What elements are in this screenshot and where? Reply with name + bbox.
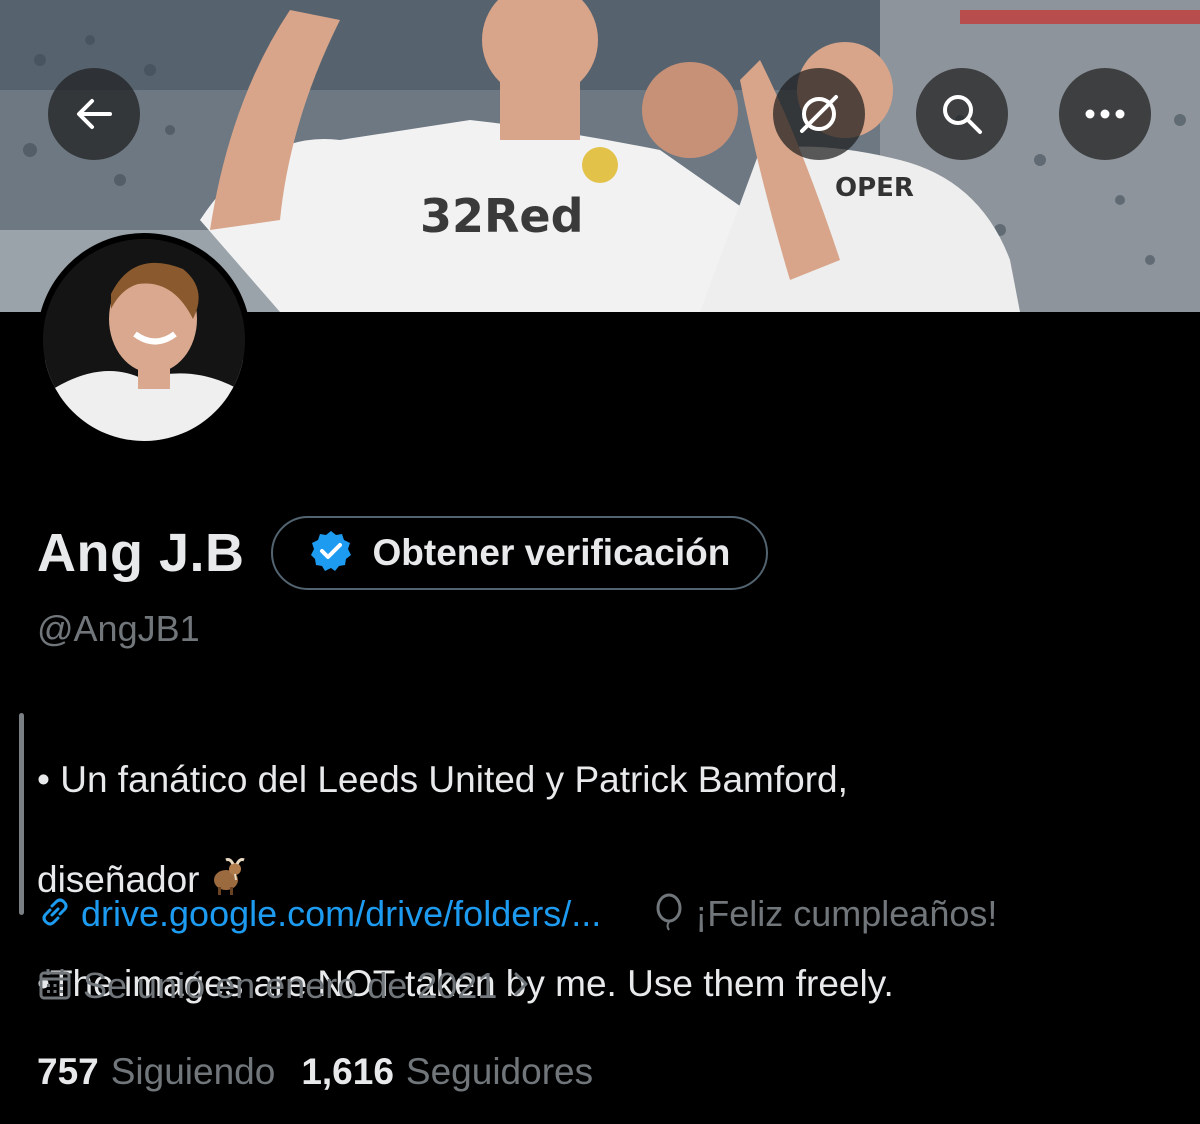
joined-date[interactable]: Se unió en enero de 2021 — [37, 960, 535, 1012]
followers-count: 1,616 — [301, 1051, 394, 1092]
verified-badge-icon — [309, 529, 353, 578]
birthday-text: ¡Feliz cumpleaños! — [695, 893, 998, 934]
back-button[interactable] — [48, 68, 140, 160]
display-name: Ang J.B — [37, 523, 245, 583]
following-count: 757 — [37, 1051, 99, 1092]
following-stat[interactable]: 757 Siguiendo — [37, 1051, 275, 1093]
bio-line: • Un fanático del Leeds United y Patrick… — [37, 759, 848, 800]
profile-meta: drive.google.com/drive/folders/... ¡Feli… — [37, 888, 997, 940]
website-link-text: drive.google.com/drive/folders/... — [81, 893, 602, 934]
birthday: ¡Feliz cumpleaños! — [653, 893, 997, 936]
search-button[interactable] — [916, 68, 1008, 160]
user-handle: @AngJB1 — [37, 608, 200, 649]
get-verified-button[interactable]: Obtener verificación — [270, 516, 769, 590]
more-button[interactable] — [1059, 68, 1151, 160]
get-verified-label: Obtener verificación — [372, 532, 731, 573]
joined-text: Se unió en enero de 2021 — [83, 965, 498, 1006]
balloon-icon — [653, 893, 685, 936]
translate-button[interactable] — [773, 68, 865, 160]
profile-page: 32Red OPER Ang J.B Obtener verificación … — [0, 0, 1200, 1124]
followers-label: Seguidores — [405, 1051, 594, 1092]
calendar-icon — [37, 966, 73, 1007]
search-icon — [938, 90, 986, 138]
followers-stat[interactable]: 1,616 Seguidores — [301, 1051, 593, 1093]
avatar[interactable] — [37, 233, 251, 447]
name-row: Ang J.B Obtener verificación — [37, 516, 769, 590]
link-icon — [37, 894, 73, 935]
chevron-right-icon — [507, 968, 535, 1005]
more-horizontal-icon — [1082, 108, 1128, 120]
website-link[interactable]: drive.google.com/drive/folders/... — [37, 893, 601, 935]
arrow-left-icon — [72, 92, 116, 136]
scroll-indicator — [19, 713, 24, 915]
no-signal-icon — [794, 89, 844, 139]
following-label: Siguiendo — [110, 1051, 276, 1092]
jersey-name: OPER — [835, 173, 914, 203]
avatar-photo — [43, 239, 245, 441]
follow-stats: 757 Siguiendo 1,616 Seguidores — [37, 1046, 619, 1098]
sponsor-text: 32Red — [420, 189, 584, 243]
